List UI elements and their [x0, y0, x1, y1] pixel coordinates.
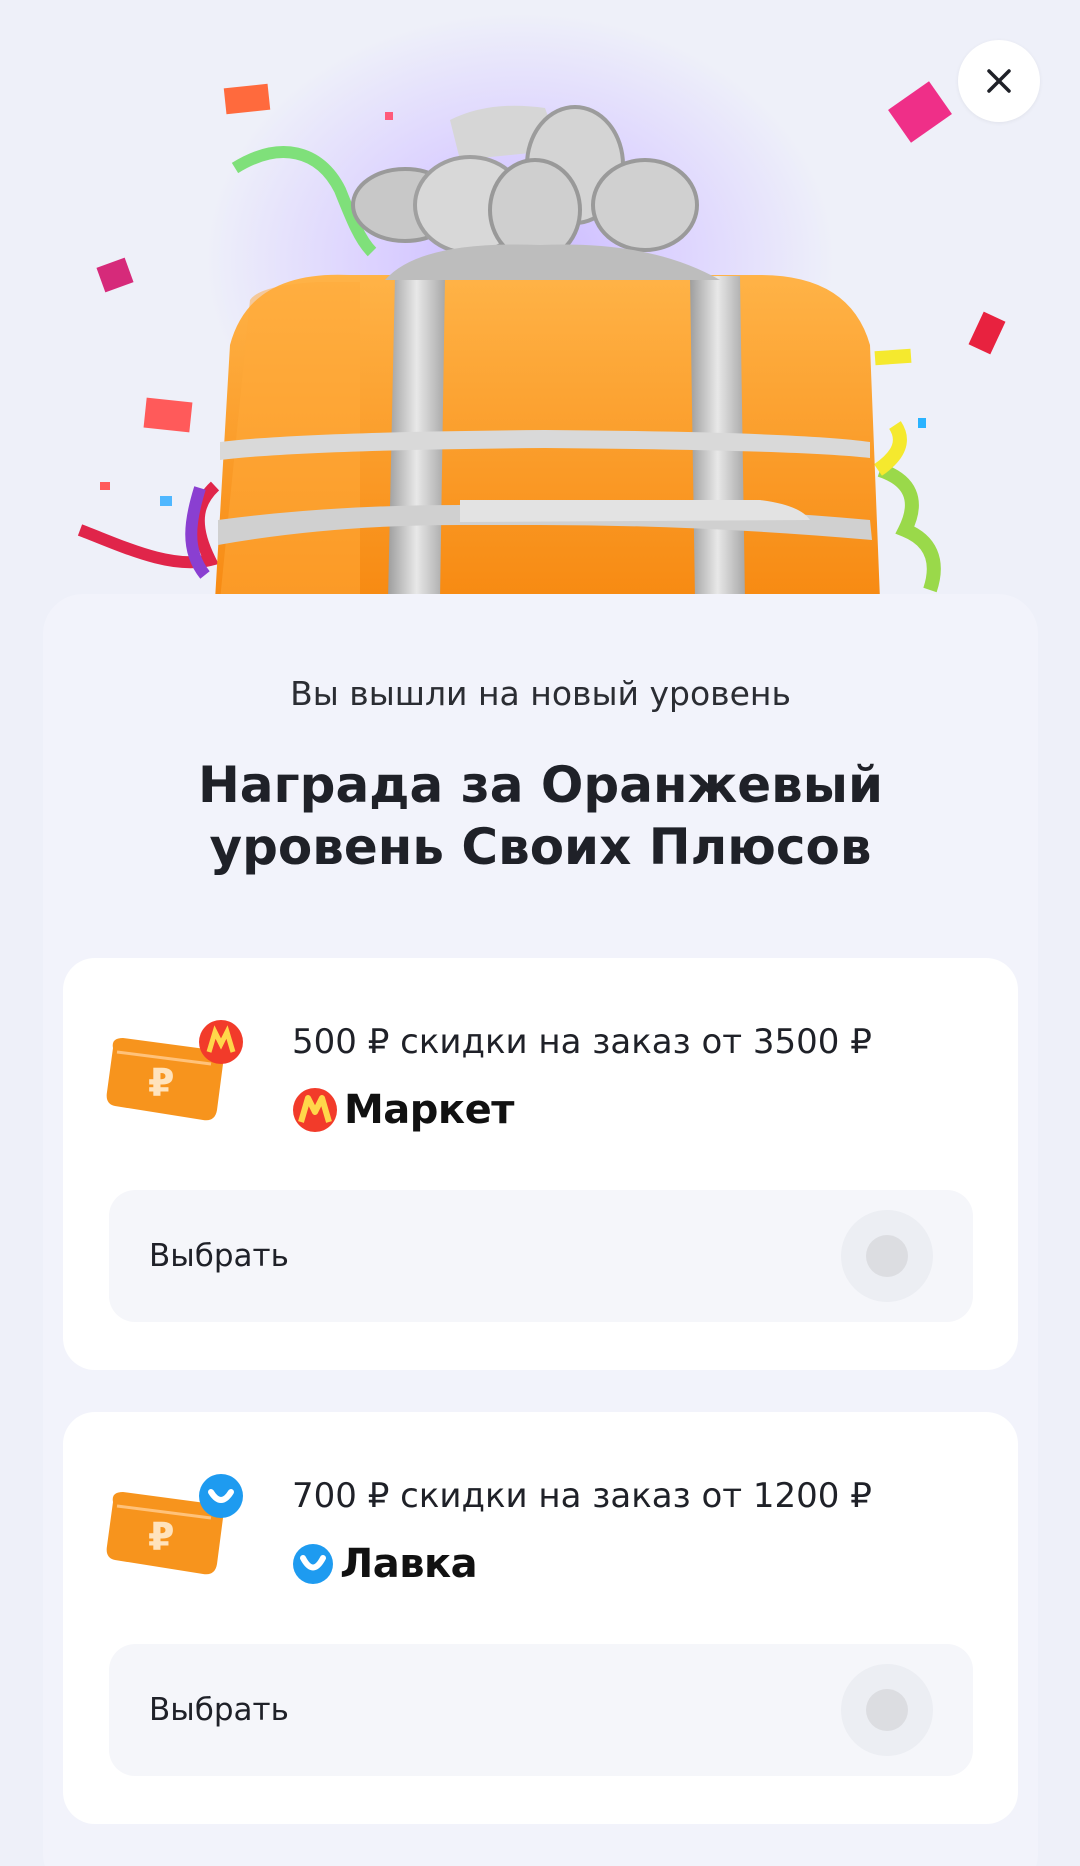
reward-card-lavka: ₽ 700 ₽ скидки на заказ от 1200 ₽ Лавка …	[63, 1412, 1018, 1824]
reward-card-market: ₽ 500 ₽ скидки на заказ от 3500 ₽ Маркет…	[63, 958, 1018, 1370]
reward-panel: Вы вышли на новый уровень Награда за Ора…	[43, 594, 1038, 1866]
coupon-ruble-icon: ₽	[106, 1474, 243, 1575]
lavka-logo-icon	[293, 1544, 333, 1584]
hero-banner	[0, 0, 1080, 620]
radio-indicator	[866, 1689, 908, 1731]
close-icon	[987, 69, 1011, 93]
level-up-subtitle: Вы вышли на новый уровень	[290, 674, 791, 713]
radio-button[interactable]	[841, 1664, 933, 1756]
radio-button[interactable]	[841, 1210, 933, 1302]
select-option-market[interactable]: Выбрать	[109, 1190, 973, 1322]
svg-text:₽: ₽	[148, 1515, 174, 1559]
brand-name: Маркет	[344, 1087, 514, 1133]
reward-description: 700 ₽ скидки на заказ от 1200 ₽	[292, 1476, 872, 1516]
svg-text:₽: ₽	[148, 1061, 174, 1105]
brand-name: Лавка	[340, 1541, 478, 1587]
coupon-ruble-icon: ₽	[106, 1020, 243, 1121]
market-logo-icon	[293, 1088, 337, 1132]
brand-lavka: Лавка	[292, 1540, 478, 1588]
reward-description: 500 ₽ скидки на заказ от 3500 ₽	[292, 1022, 872, 1062]
page-title: Награда за Оранжевый уровень Своих Плюсо…	[197, 756, 884, 876]
radio-indicator	[866, 1235, 908, 1277]
brand-market: Маркет	[292, 1086, 514, 1134]
bow-decoration	[351, 105, 720, 280]
gift-illustration	[77, 81, 1006, 600]
select-option-lavka[interactable]: Выбрать	[109, 1644, 973, 1776]
close-button[interactable]	[958, 40, 1040, 122]
select-label: Выбрать	[149, 1692, 289, 1728]
select-label: Выбрать	[149, 1238, 289, 1274]
